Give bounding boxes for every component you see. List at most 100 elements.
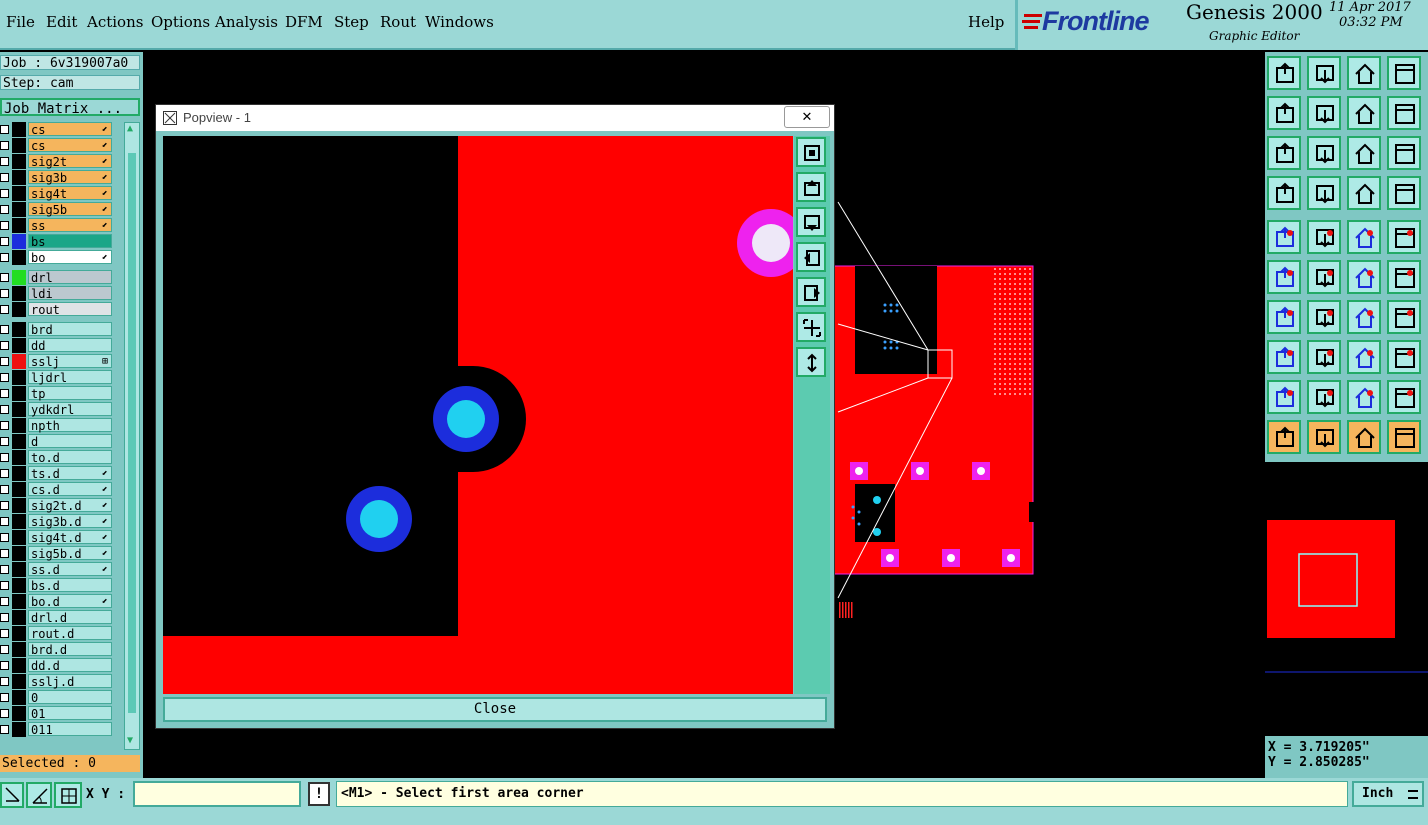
layer-row[interactable]: rout xyxy=(0,302,112,317)
layer-row[interactable]: dd.d xyxy=(0,658,112,673)
layer-row[interactable]: 01 xyxy=(0,706,112,721)
layer-name[interactable]: dd.d xyxy=(28,658,112,673)
tool-home-button[interactable] xyxy=(1347,56,1381,90)
layer-checkbox[interactable] xyxy=(0,405,9,414)
tool-pointer2-button[interactable] xyxy=(1307,420,1341,454)
units-select[interactable]: Inch xyxy=(1352,781,1424,807)
layer-checkbox[interactable] xyxy=(0,205,9,214)
layer-color-swatch[interactable] xyxy=(12,354,26,369)
layer-color-swatch[interactable] xyxy=(12,674,26,689)
layer-color-swatch[interactable] xyxy=(12,626,26,641)
layer-checkbox[interactable] xyxy=(0,373,9,382)
measure-button[interactable] xyxy=(26,782,52,808)
layer-color-swatch[interactable] xyxy=(12,286,26,301)
layer-color-swatch[interactable] xyxy=(12,322,26,337)
tool-help-button[interactable] xyxy=(1387,136,1421,170)
layer-color-swatch[interactable] xyxy=(12,154,26,169)
layer-name[interactable]: tp xyxy=(28,386,112,401)
scroll-thumb[interactable] xyxy=(128,153,136,713)
layer-color-swatch[interactable] xyxy=(12,122,26,137)
layer-name[interactable]: rout.d xyxy=(28,626,112,641)
layer-checkbox[interactable] xyxy=(0,125,9,134)
layer-color-swatch[interactable] xyxy=(12,434,26,449)
layer-row[interactable]: cs ⬋ xyxy=(0,122,112,137)
layer-name[interactable]: ldi xyxy=(28,286,112,301)
tool-color-button[interactable] xyxy=(1307,220,1341,254)
layer-checkbox[interactable] xyxy=(0,273,9,282)
tool-snap-button[interactable] xyxy=(1267,176,1301,210)
tool-connect-button[interactable] xyxy=(1267,260,1301,294)
layer-row[interactable]: sig3b.d ⬋ xyxy=(0,514,112,529)
layer-checkbox[interactable] xyxy=(0,289,9,298)
tool-filter-alt-button[interactable] xyxy=(1387,176,1421,210)
popview-zoom-out-button[interactable] xyxy=(796,347,826,377)
layer-row[interactable]: drl.d xyxy=(0,610,112,625)
overview-map[interactable] xyxy=(1265,462,1428,736)
layer-name[interactable]: 0 xyxy=(28,690,112,705)
layer-row[interactable]: ts.d ⬋ xyxy=(0,466,112,481)
tool-right-button[interactable] xyxy=(1307,96,1341,130)
tool-zoom-fit-button[interactable] xyxy=(1267,136,1301,170)
layer-checkbox[interactable] xyxy=(0,725,9,734)
tool-pad-button[interactable] xyxy=(1267,220,1301,254)
tool-pointer4-button[interactable] xyxy=(1387,420,1421,454)
layer-row[interactable]: brd.d xyxy=(0,642,112,657)
tool-select-add-button[interactable] xyxy=(1267,340,1301,374)
tool-group-button[interactable] xyxy=(1387,340,1421,374)
tool-shape-button[interactable] xyxy=(1267,380,1301,414)
layer-checkbox[interactable] xyxy=(0,173,9,182)
layer-name[interactable]: sig4t ⬋ xyxy=(28,186,112,201)
layer-name[interactable]: cs ⬋ xyxy=(28,122,112,137)
grid-button[interactable] xyxy=(54,782,82,808)
layer-color-swatch[interactable] xyxy=(12,250,26,265)
layer-name[interactable]: sig3b.d ⬋ xyxy=(28,514,112,529)
layer-checkbox[interactable] xyxy=(0,189,9,198)
layer-name[interactable]: sig2t ⬋ xyxy=(28,154,112,169)
layer-color-swatch[interactable] xyxy=(12,270,26,285)
tool-move-button[interactable] xyxy=(1347,260,1381,294)
layer-color-swatch[interactable] xyxy=(12,218,26,233)
popview-fit-button[interactable] xyxy=(796,137,826,167)
layer-name[interactable]: 011 xyxy=(28,722,112,737)
layer-row[interactable]: to.d xyxy=(0,450,112,465)
layer-checkbox[interactable] xyxy=(0,325,9,334)
layer-color-swatch[interactable] xyxy=(12,610,26,625)
layer-checkbox[interactable] xyxy=(0,565,9,574)
layer-name[interactable]: drl xyxy=(28,270,112,285)
layer-scrollbar[interactable]: ▲ ▼ xyxy=(124,122,140,750)
layer-name[interactable]: ydkdrl xyxy=(28,402,112,417)
scroll-down-icon[interactable]: ▼ xyxy=(127,735,133,746)
layer-name[interactable]: ss ⬋ xyxy=(28,218,112,233)
layer-checkbox[interactable] xyxy=(0,533,9,542)
layer-color-swatch[interactable] xyxy=(12,302,26,317)
layer-name[interactable]: sig5b.d ⬋ xyxy=(28,546,112,561)
layer-name[interactable]: ts.d ⬋ xyxy=(28,466,112,481)
layer-row[interactable]: sig5b.d ⬋ xyxy=(0,546,112,561)
layer-color-swatch[interactable] xyxy=(12,482,26,497)
window-close-button[interactable]: ✕ xyxy=(784,106,830,128)
layer-checkbox[interactable] xyxy=(0,613,9,622)
layer-color-swatch[interactable] xyxy=(12,594,26,609)
layer-color-swatch[interactable] xyxy=(12,138,26,153)
layer-name[interactable]: sig2t.d ⬋ xyxy=(28,498,112,513)
layer-name[interactable]: bs.d xyxy=(28,578,112,593)
info-icon[interactable]: ! xyxy=(308,782,330,806)
layer-color-swatch[interactable] xyxy=(12,706,26,721)
layer-row[interactable]: rout.d xyxy=(0,626,112,641)
layer-color-swatch[interactable] xyxy=(12,370,26,385)
layer-row[interactable]: 011 xyxy=(0,722,112,737)
layer-checkbox[interactable] xyxy=(0,677,9,686)
layer-checkbox[interactable] xyxy=(0,645,9,654)
menu-rout[interactable]: Rout xyxy=(380,13,416,31)
menu-analysis[interactable]: Analysis xyxy=(215,13,278,31)
layer-name[interactable]: cs ⬋ xyxy=(28,138,112,153)
tool-delete-button[interactable] xyxy=(1307,260,1341,294)
layer-color-swatch[interactable] xyxy=(12,338,26,353)
layer-color-swatch[interactable] xyxy=(12,642,26,657)
layer-row[interactable]: bs.d xyxy=(0,578,112,593)
layer-color-swatch[interactable] xyxy=(12,562,26,577)
layer-checkbox[interactable] xyxy=(0,305,9,314)
layer-color-swatch[interactable] xyxy=(12,186,26,201)
layer-color-swatch[interactable] xyxy=(12,418,26,433)
layer-checkbox[interactable] xyxy=(0,341,9,350)
